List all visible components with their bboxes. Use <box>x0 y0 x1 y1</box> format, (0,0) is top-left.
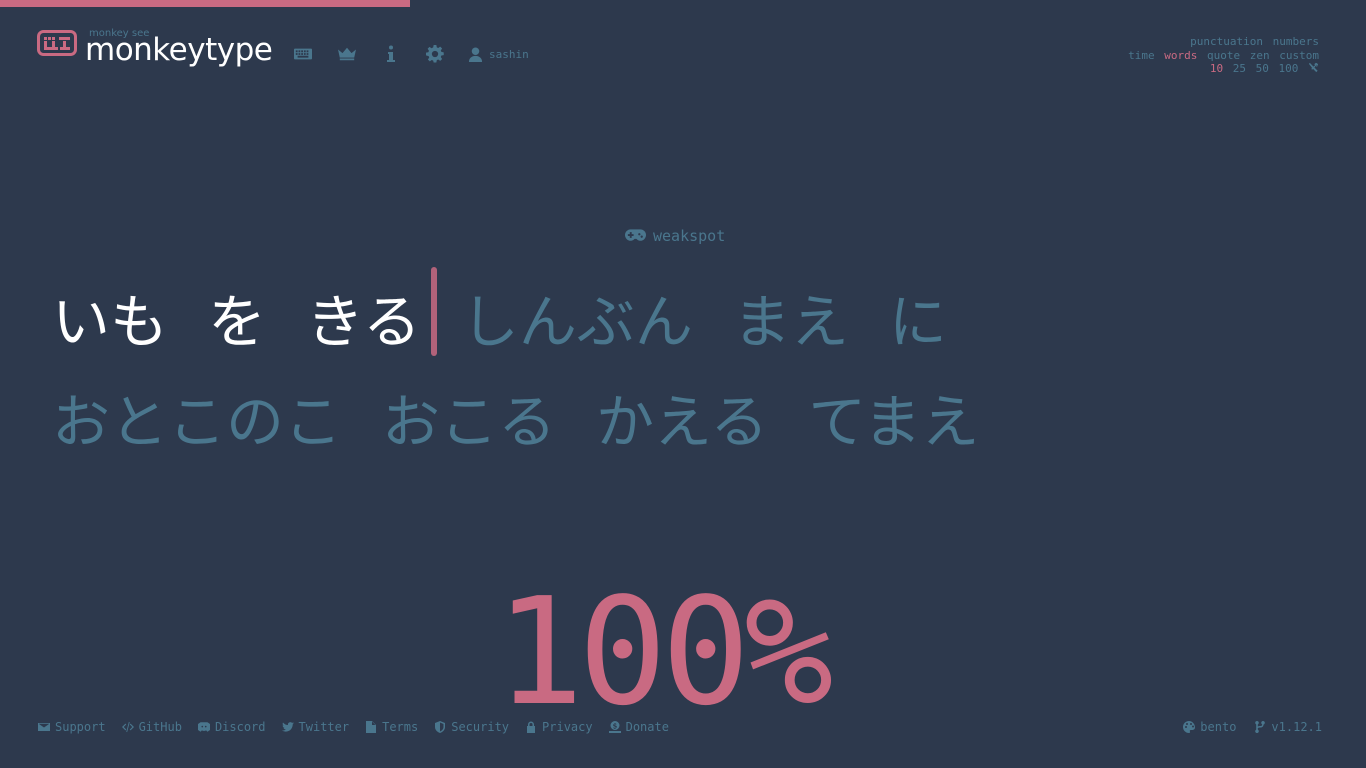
leaderboard-button[interactable] <box>336 44 358 64</box>
footer-donate-label: Donate <box>625 720 669 734</box>
monkeytype-logo-icon <box>37 30 77 56</box>
config-numbers[interactable]: numbers <box>1273 35 1319 48</box>
word-upcoming: に <box>888 288 947 356</box>
word-typed: を <box>208 288 267 356</box>
config-words-50[interactable]: 50 <box>1256 62 1269 75</box>
document-icon <box>366 721 377 733</box>
test-config: punctuation numbers time words quote zen… <box>1125 35 1319 76</box>
footer-support-label: Support <box>55 720 106 734</box>
tools-icon <box>1308 62 1319 73</box>
words-line-1: いも を きる しんぶん まえ に <box>52 272 1019 372</box>
config-punctuation[interactable]: punctuation <box>1190 35 1263 48</box>
footer-github-label: GitHub <box>138 720 182 734</box>
version-label: v1.12.1 <box>1271 720 1322 734</box>
gear-icon <box>426 45 444 63</box>
code-icon <box>121 721 134 733</box>
footer-twitter-label: Twitter <box>298 720 350 734</box>
word-typed: きる <box>306 288 421 356</box>
config-mode-time[interactable]: time <box>1128 49 1155 62</box>
word-upcoming: てまえ <box>808 388 980 456</box>
footer-links: Support GitHub Discord Twitter Terms Sec… <box>38 720 685 734</box>
footer-discord-label: Discord <box>214 720 266 734</box>
words-area[interactable]: いも を きる しんぶん まえ に おとこのこ おこる かえる てまえ <box>52 267 1019 472</box>
footer-terms[interactable]: Terms <box>365 720 418 734</box>
footer-donate[interactable]: Donate <box>608 720 669 734</box>
version-button[interactable]: v1.12.1 <box>1254 720 1322 734</box>
footer-discord[interactable]: Discord <box>197 720 266 734</box>
shield-icon <box>435 721 446 733</box>
logo[interactable] <box>37 30 77 56</box>
config-words-10[interactable]: 10 <box>1210 62 1223 75</box>
word-typed: いも <box>52 288 169 356</box>
config-words-25[interactable]: 25 <box>1233 62 1246 75</box>
test-progress-bar <box>0 0 410 7</box>
config-mode-words[interactable]: words <box>1164 49 1197 62</box>
footer-privacy-label: Privacy <box>542 720 593 734</box>
discord-icon <box>197 722 210 732</box>
words-line-2: おとこのこ おこる かえる てまえ <box>52 372 1019 472</box>
footer-security[interactable]: Security <box>434 720 509 734</box>
config-custom-wordcount[interactable] <box>1308 62 1319 75</box>
top-nav: sashin <box>292 44 529 64</box>
theme-button[interactable]: bento <box>1183 720 1236 734</box>
footer-github[interactable]: GitHub <box>121 720 182 734</box>
footer-support[interactable]: Support <box>38 720 106 734</box>
word-upcoming: かえる <box>596 388 769 456</box>
code-branch-icon <box>1255 721 1266 733</box>
footer-twitter[interactable]: Twitter <box>281 720 350 734</box>
user-icon <box>468 46 483 62</box>
word-upcoming: おこる <box>382 388 557 456</box>
footer-terms-label: Terms <box>382 720 419 734</box>
twitter-icon <box>281 722 294 732</box>
config-mode-custom[interactable]: custom <box>1279 49 1319 62</box>
typing-caret <box>431 267 437 356</box>
config-words-100[interactable]: 100 <box>1279 62 1299 75</box>
info-icon <box>387 45 395 62</box>
account-button[interactable]: sashin <box>468 46 529 62</box>
footer-right: bento v1.12.1 <box>1165 720 1322 734</box>
config-row-modifiers: punctuation numbers <box>1125 35 1319 49</box>
config-mode-zen[interactable]: zen <box>1250 49 1270 62</box>
brand-title: monkeytype <box>85 32 273 68</box>
config-row-wordcount: 10 25 50 100 <box>1125 62 1319 76</box>
keyboard-button[interactable] <box>292 44 314 64</box>
lock-icon <box>527 721 536 733</box>
gamepad-icon <box>625 229 646 241</box>
palette-icon <box>1183 721 1196 733</box>
word-upcoming: しんぶん <box>460 288 693 356</box>
theme-name: bento <box>1200 720 1237 734</box>
config-row-mode: time words quote zen custom <box>1125 49 1319 63</box>
settings-button[interactable] <box>424 44 446 64</box>
word-upcoming: まえ <box>732 288 849 356</box>
word-upcoming: おとこのこ <box>52 388 343 456</box>
crown-icon <box>338 47 356 61</box>
config-mode-quote[interactable]: quote <box>1207 49 1240 62</box>
account-name: sashin <box>489 47 529 61</box>
mode-indicator: weakspot <box>625 227 725 245</box>
mode-label: weakspot <box>653 227 726 245</box>
keyboard-icon <box>294 48 312 60</box>
about-button[interactable] <box>380 44 402 64</box>
footer-privacy[interactable]: Privacy <box>525 720 593 734</box>
donate-icon <box>608 721 621 733</box>
footer-security-label: Security <box>451 720 510 734</box>
progress-percentage: 100% <box>495 566 833 738</box>
envelope-icon <box>38 723 50 731</box>
